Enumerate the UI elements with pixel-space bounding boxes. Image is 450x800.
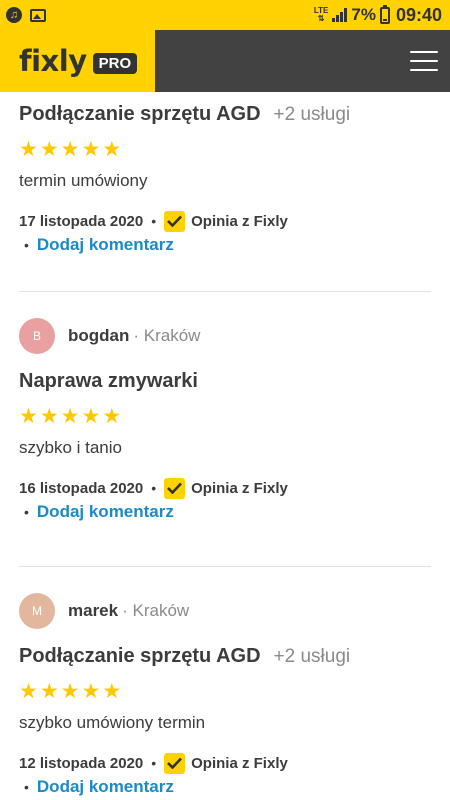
user-name: bogdan [68,326,130,345]
star-icon: ★ [39,405,59,428]
add-comment-link[interactable]: Dodaj komentarz [37,502,174,522]
review-text: termin umówiony [19,171,148,190]
fixly-logo: fixly [19,44,87,78]
opinion-source: Opinia z Fixly [191,479,288,497]
review-item: B bogdan · Kraków Naprawa zmywarki ★ ★ ★ ★ ★… [19,318,431,522]
star-icon: ★ [60,138,80,161]
star-icon: ★ [102,405,122,428]
review-meta: 12 listopada 2020 • Opinia z Fixly [19,752,288,774]
star-icon: ★ [102,680,122,703]
checkmark-icon [164,752,186,774]
brand-logo[interactable]: fixly PRO [0,30,155,92]
review-text: szybko i tanio [19,438,122,457]
comment-row: • Dodaj komentarz [24,502,174,522]
star-icon: ★ [60,405,80,428]
pro-badge: PRO [92,52,138,74]
star-icon: ★ [60,680,80,703]
star-icon: ★ [81,680,101,703]
star-rating: ★ ★ ★ ★ ★ [19,405,431,428]
avatar: M [19,593,55,629]
star-icon: ★ [81,138,101,161]
battery-percentage: 7% [351,5,376,24]
reviews-list: Podłączanie sprzętu AGD +2 usługi ★ ★ ★ ★ ★ … [0,92,450,800]
status-bar-right: LTE ⇅ 7% 09:40 [313,4,442,26]
star-icon: ★ [39,138,59,161]
menu-icon[interactable] [410,51,438,71]
status-bar: ♫ LTE ⇅ 7% 09:40 [0,0,450,30]
review-date: 16 listopada 2020 [19,479,144,497]
user-city: · Kraków [133,326,201,345]
user-city: · Kraków [122,601,190,620]
extra-services-count: +2 usługi [273,104,351,125]
review-title-row: Podłączanie sprzętu AGD +2 usługi [19,645,431,668]
star-icon: ★ [19,138,38,161]
avatar: B [19,318,55,354]
add-comment-link[interactable]: Dodaj komentarz [37,235,174,255]
star-rating: ★ ★ ★ ★ ★ [19,138,431,161]
review-service-title: Podłączanie sprzętu AGD [19,645,261,667]
review-date: 17 listopada 2020 [19,212,144,230]
review-meta: 16 listopada 2020 • Opinia z Fixly [19,477,288,499]
star-icon: ★ [19,405,38,428]
review-service-title: Naprawa zmywarki [19,370,198,392]
clock: 09:40 [395,4,442,25]
extra-services-count: +2 usługi [273,646,351,667]
checkmark-icon [164,477,186,499]
image-notification-icon [30,8,46,22]
checkmark-icon [164,210,186,232]
header-bar [155,30,450,92]
signal-icon [332,8,348,22]
review-text: szybko umówiony termin [19,713,206,732]
review-divider [19,291,431,292]
status-bar-left: ♫ [6,7,46,23]
star-rating: ★ ★ ★ ★ ★ [19,680,431,703]
review-date: 12 listopada 2020 [19,754,144,772]
review-user: B bogdan · Kraków [19,318,431,354]
app-header: fixly PRO [0,30,450,92]
review-title-row: Naprawa zmywarki [19,370,431,393]
review-item: Podłączanie sprzętu AGD +2 usługi ★ ★ ★ ★ ★ … [19,103,431,255]
music-notification-icon: ♫ [6,7,22,23]
review-item: M marek · Kraków Podłączanie sprzętu AGD… [19,593,431,797]
star-icon: ★ [39,680,59,703]
review-user: M marek · Kraków [19,593,431,629]
battery-icon [379,4,390,24]
user-name: marek [68,601,119,620]
star-icon: ★ [81,405,101,428]
opinion-source: Opinia z Fixly [191,212,288,230]
review-title-row: Podłączanie sprzętu AGD +2 usługi [19,103,431,126]
comment-row: • Dodaj komentarz [24,235,174,255]
review-divider [19,566,431,567]
review-meta: 17 listopada 2020 • Opinia z Fixly [19,210,288,232]
lte-icon: LTE ⇅ [313,6,329,23]
star-icon: ★ [19,680,38,703]
opinion-source: Opinia z Fixly [191,754,288,772]
review-service-title: Podłączanie sprzętu AGD [19,103,261,125]
comment-row: • Dodaj komentarz [24,777,174,797]
star-icon: ★ [102,138,122,161]
add-comment-link[interactable]: Dodaj komentarz [37,777,174,797]
